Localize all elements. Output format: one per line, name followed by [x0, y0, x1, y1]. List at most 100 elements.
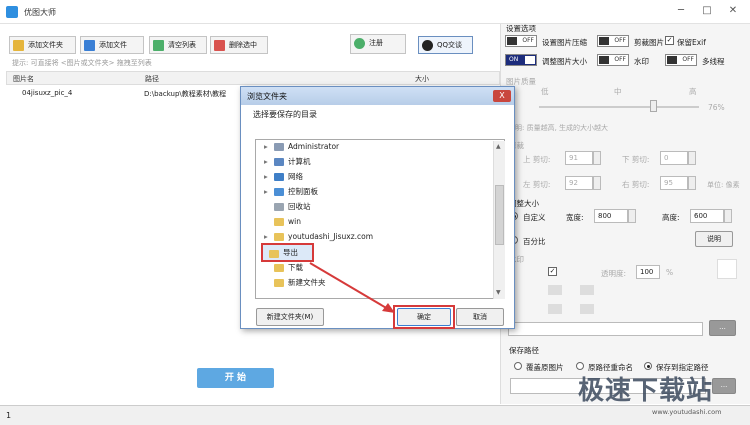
watermark-opacity-label: 透明度: [601, 269, 627, 278]
resize-height-input[interactable]: 600 [690, 209, 724, 223]
crop-left-stepper[interactable] [593, 176, 601, 190]
quality-high: 高 [689, 87, 697, 96]
tree-item-administrator[interactable]: ▸ Administrator [264, 140, 484, 154]
watermark-opacity-input[interactable]: 100 [636, 265, 660, 279]
drag-hint: 提示: 可直接将 <图片或文件夹> 拖拽至列表 [12, 59, 152, 67]
quality-slider-handle[interactable] [650, 100, 657, 112]
watermark-toggle[interactable]: OFF [597, 54, 629, 66]
resize-width-label: 宽度: [566, 213, 584, 222]
multithread-toggle[interactable]: OFF [665, 54, 697, 66]
watermark-path-input[interactable] [508, 322, 703, 336]
expand-arrow-icon[interactable]: ▸ [264, 230, 268, 244]
tree-item-network[interactable]: ▸ 网络 [264, 170, 484, 184]
compress-toggle[interactable]: OFF [505, 35, 537, 47]
control-panel-icon [274, 188, 284, 196]
column-header-path: 路径 [145, 75, 159, 83]
clear-list-button[interactable]: 清空列表 [149, 36, 207, 54]
scroll-up-icon[interactable]: ▲ [496, 143, 501, 150]
tree-item-computer[interactable]: ▸ 计算机 [264, 155, 484, 169]
watermark-position-4[interactable] [580, 304, 594, 314]
brand-watermark-url: www.youtudashi.com [652, 408, 722, 416]
resize-percent-label: 百分比 [523, 237, 546, 246]
cancel-button[interactable]: 取消 [456, 308, 504, 326]
rename-radio[interactable] [576, 362, 584, 370]
save-path-title: 保存路径 [509, 346, 539, 355]
crop-top-input[interactable]: 91 [565, 151, 593, 165]
annotation-arrow [309, 262, 395, 313]
qq-chat-button[interactable]: QQ交谈 [418, 36, 473, 54]
crop-top-stepper[interactable] [593, 151, 601, 165]
resize-height-label: 高度: [662, 213, 680, 222]
register-button[interactable]: 注册 [350, 34, 406, 54]
quality-note: 说明: 质量越高, 生成的大小越大 [508, 124, 609, 132]
add-folder-button[interactable]: 添加文件夹 [9, 36, 76, 54]
crop-bottom-input[interactable]: 0 [660, 151, 688, 165]
resize-help-button[interactable]: 说明 [695, 231, 733, 247]
user-folder-icon [274, 143, 284, 151]
add-file-button[interactable]: 添加文件 [80, 36, 144, 54]
tree-item-win[interactable]: win [264, 215, 484, 229]
minimize-icon[interactable]: ─ [672, 4, 690, 18]
crop-bottom-stepper[interactable] [688, 151, 696, 165]
watermark-position-3[interactable] [548, 304, 562, 314]
app-logo-icon [6, 6, 18, 18]
folder-icon [274, 233, 284, 241]
scroll-down-icon[interactable]: ▼ [496, 289, 501, 296]
resize-label: 调整图片大小 [542, 57, 587, 66]
arrow-line [309, 262, 389, 310]
overwrite-label: 覆盖原图片 [526, 363, 564, 372]
tree-item-recycle-bin[interactable]: 回收站 [264, 200, 484, 214]
watermark-opacity-unit: % [666, 268, 674, 277]
start-button[interactable]: 开 始 [197, 368, 274, 388]
scroll-thumb[interactable] [495, 185, 504, 245]
compress-label: 设置图片压缩 [542, 38, 587, 47]
crop-label: 剪裁图片 [634, 38, 664, 47]
resize-custom-label: 自定义 [523, 213, 546, 222]
folder-icon [269, 250, 279, 258]
arrow-head [382, 303, 395, 313]
crop-right-stepper[interactable] [688, 176, 696, 190]
file-add-icon [84, 40, 95, 51]
overwrite-radio[interactable] [514, 362, 522, 370]
quality-low: 低 [541, 87, 549, 96]
app-title: 优图大师 [24, 8, 56, 17]
expand-arrow-icon[interactable]: ▸ [264, 170, 268, 184]
column-header-size: 大小 [415, 75, 429, 83]
crop-right-input[interactable]: 95 [660, 176, 688, 190]
expand-arrow-icon[interactable]: ▸ [264, 155, 268, 169]
watermark-position-2[interactable] [580, 285, 594, 295]
expand-arrow-icon[interactable]: ▸ [264, 140, 268, 154]
resize-toggle[interactable]: ON [505, 54, 537, 66]
watermark-text-checkbox[interactable]: ✓ [548, 267, 557, 276]
resize-width-stepper[interactable] [628, 209, 636, 223]
maximize-icon[interactable]: □ [698, 4, 716, 18]
quality-percent: 76% [708, 103, 725, 112]
dialog-close-icon[interactable]: X [493, 90, 511, 102]
tree-scrollbar[interactable]: ▲ ▼ [493, 141, 505, 299]
watermark-color-swatch[interactable] [717, 259, 737, 279]
settings-section-title: 设置选项 [506, 24, 536, 33]
computer-icon [274, 158, 284, 166]
save-path-browse-button[interactable]: ... [712, 378, 736, 394]
save-to-path-radio[interactable] [644, 362, 652, 370]
folder-icon [274, 264, 284, 272]
status-bar: 1 [0, 405, 750, 425]
clear-icon [153, 40, 164, 51]
expand-arrow-icon[interactable]: ▸ [264, 185, 268, 199]
watermark-position-1[interactable] [548, 285, 562, 295]
resize-width-input[interactable]: 800 [594, 209, 628, 223]
delete-icon [214, 40, 225, 51]
keep-exif-checkbox[interactable]: ✓ [665, 36, 674, 45]
quality-mid: 中 [614, 87, 622, 96]
close-icon[interactable]: ✕ [724, 4, 742, 18]
tree-item-youtudashi[interactable]: ▸ youtudashi_Jisuxz.com [264, 230, 484, 244]
folder-icon [274, 279, 284, 287]
quality-slider-track[interactable] [539, 106, 699, 108]
crop-toggle[interactable]: OFF [597, 35, 629, 47]
crop-left-input[interactable]: 92 [565, 176, 593, 190]
watermark-browse-button[interactable]: ... [709, 320, 736, 336]
file-table-header: 图片名 路径 大小 [6, 71, 500, 85]
delete-selected-button[interactable]: 删除选中 [210, 36, 268, 54]
tree-item-control-panel[interactable]: ▸ 控制面板 [264, 185, 484, 199]
resize-height-stepper[interactable] [724, 209, 732, 223]
